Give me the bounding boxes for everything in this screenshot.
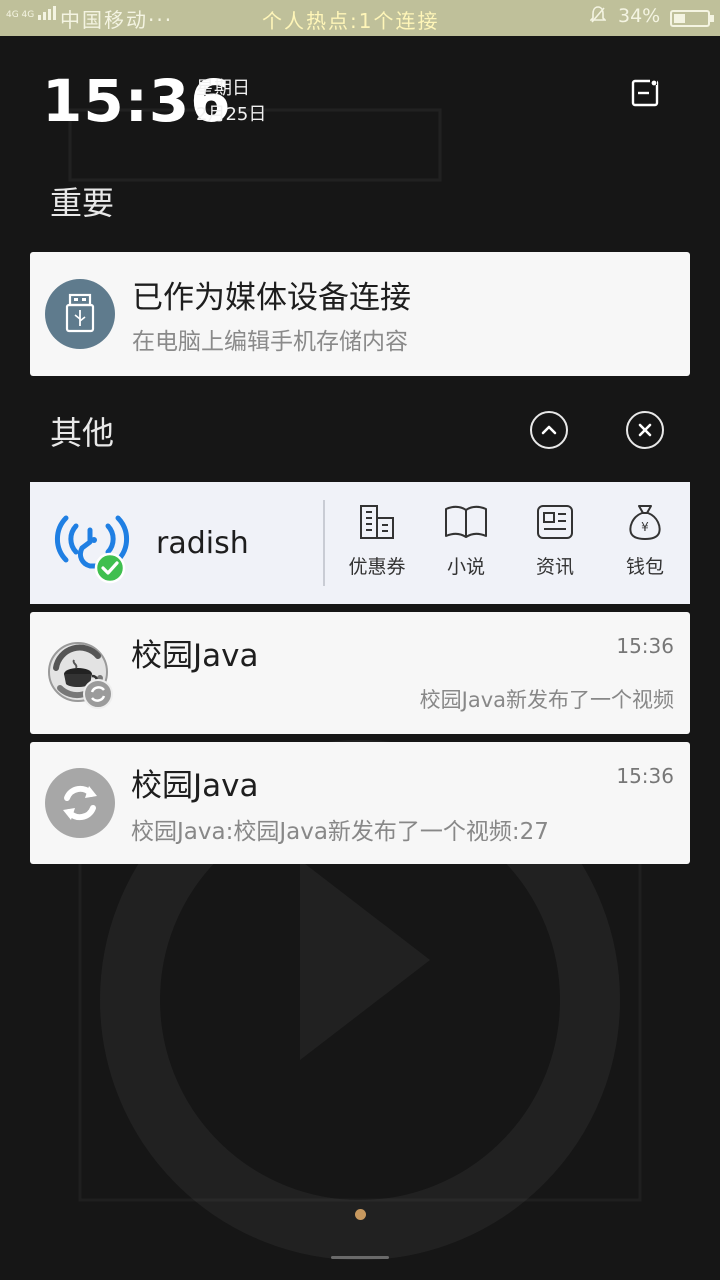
section-title-other: 其他 bbox=[50, 414, 115, 452]
notification-message: 校园Java新发布了一个视频 bbox=[419, 688, 674, 712]
section-title-important: 重要 bbox=[50, 184, 115, 222]
news-label: 资讯 bbox=[535, 556, 574, 578]
bell-muted-icon bbox=[590, 6, 606, 23]
chevron-up-icon bbox=[541, 425, 557, 435]
money-bag-icon: ¥ bbox=[629, 505, 661, 540]
notification-time: 15:36 bbox=[616, 634, 674, 658]
notification-item[interactable]: 校园Java 15:36 校园Java新发布了一个视频 bbox=[30, 612, 690, 734]
hotspot-status: 个人热点:1个连接 bbox=[262, 9, 440, 33]
notification-message: 校园Java:校园Java新发布了一个视频:27 bbox=[131, 819, 549, 845]
edit-panel-icon bbox=[631, 79, 659, 107]
notification-app-name: 校园Java bbox=[131, 638, 259, 674]
divider bbox=[323, 500, 325, 586]
home-indicator[interactable] bbox=[331, 1256, 389, 1259]
battery-percent: 34% bbox=[618, 5, 661, 27]
collapse-button[interactable] bbox=[530, 411, 568, 449]
building-icon bbox=[360, 505, 394, 539]
wallet-label: 钱包 bbox=[625, 556, 664, 578]
wifi-network-name: radish bbox=[156, 526, 249, 561]
news-icon bbox=[537, 505, 573, 539]
battery-icon bbox=[670, 10, 714, 27]
usb-connection-notification[interactable]: 已作为媒体设备连接 在电脑上编辑手机存储内容 bbox=[30, 252, 690, 376]
svg-text:¥: ¥ bbox=[641, 520, 649, 534]
notification-item[interactable]: 校园Java 15:36 校园Java:校园Java新发布了一个视频:27 bbox=[30, 742, 690, 864]
wallet-button[interactable]: ¥ 钱包 bbox=[605, 502, 685, 579]
notification-time: 15:36 bbox=[616, 764, 674, 788]
news-button[interactable]: 资讯 bbox=[515, 502, 595, 579]
signal-indicator: 4G 4G bbox=[6, 6, 57, 20]
java-app-icon bbox=[48, 642, 113, 709]
novel-button[interactable]: 小说 bbox=[426, 502, 506, 579]
page-indicator-dot bbox=[355, 1209, 366, 1220]
usb-notification-subtitle: 在电脑上编辑手机存储内容 bbox=[132, 329, 408, 355]
novel-label: 小说 bbox=[446, 556, 485, 578]
notification-settings-button[interactable] bbox=[630, 78, 660, 108]
book-icon bbox=[445, 505, 487, 538]
date: 2月25日 bbox=[196, 104, 267, 125]
wifi-key-logo-icon bbox=[54, 515, 130, 584]
sync-icon bbox=[45, 768, 115, 838]
network-type: 4G 4G bbox=[6, 10, 35, 20]
close-icon bbox=[638, 423, 652, 437]
usb-icon bbox=[45, 279, 115, 349]
usb-notification-title: 已作为媒体设备连接 bbox=[132, 280, 411, 316]
carrier-name: 中国移动··· bbox=[60, 8, 174, 32]
weekday: 星期日 bbox=[196, 78, 250, 99]
coupon-label: 优惠券 bbox=[348, 556, 406, 578]
notification-app-name: 校园Java bbox=[131, 768, 259, 804]
date-block: 星期日 2月25日 bbox=[196, 76, 266, 128]
status-bar: 4G 4G 中国移动··· 个人热点:1个连接 34% bbox=[0, 0, 720, 36]
wifi-key-widget[interactable]: radish 优惠券 小说 资讯 ¥ 钱包 bbox=[30, 482, 690, 604]
clear-all-button[interactable] bbox=[626, 411, 664, 449]
coupon-button[interactable]: 优惠券 bbox=[337, 502, 417, 579]
